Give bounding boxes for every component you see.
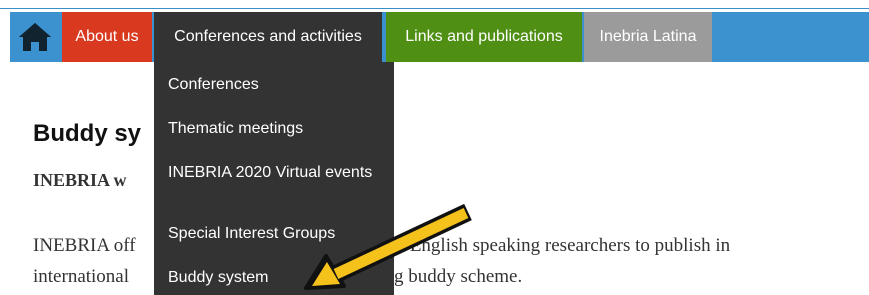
arrow-pointer-icon — [304, 203, 472, 290]
